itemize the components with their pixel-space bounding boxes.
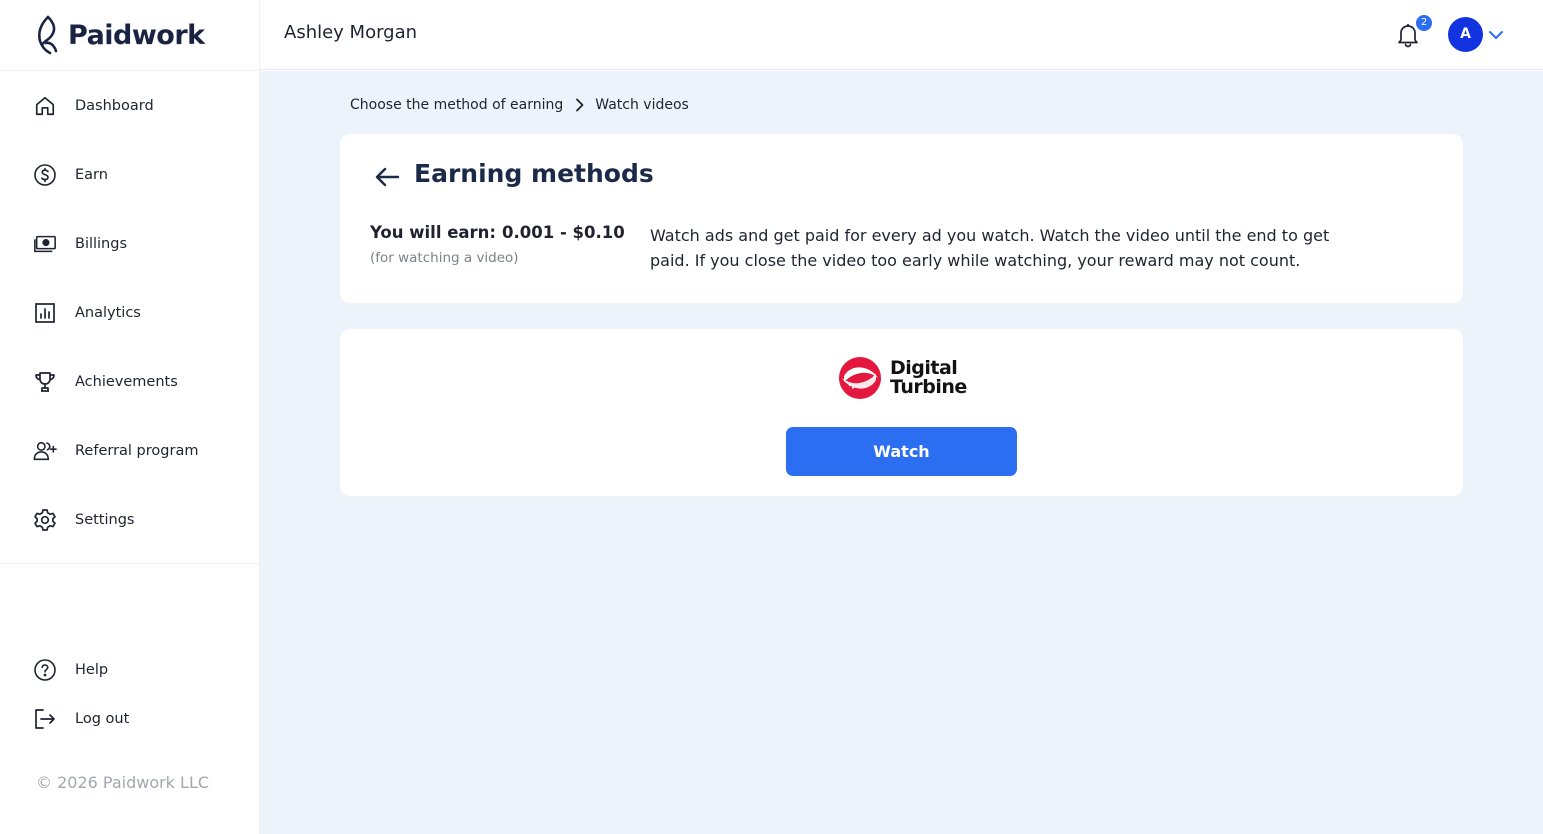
add-user-icon [33, 439, 57, 463]
cash-icon [33, 232, 57, 256]
sidebar-item-label: Billings [75, 235, 128, 252]
sidebar-item-earn[interactable]: Earn [0, 140, 260, 209]
main-content: Choose the method of earning Watch video… [260, 71, 1543, 834]
trophy-icon [33, 370, 57, 394]
sidebar-item-label: Analytics [75, 304, 141, 321]
sidebar-item-label: Settings [75, 511, 135, 528]
sidebar-item-settings[interactable]: Settings [0, 485, 260, 554]
watch-button[interactable]: Watch [786, 427, 1017, 476]
earning-methods-card: Earning methods You will earn: 0.001 - $0… [340, 134, 1463, 303]
username: Ashley Morgan [284, 22, 418, 43]
earn-amount-line: You will earn: 0.001 - $0.10 [370, 223, 625, 242]
paidwork-logo[interactable]: Paidwork [34, 14, 205, 56]
breadcrumb-item-method[interactable]: Choose the method of earning [350, 97, 563, 113]
sidebar: Paidwork Dashboard Earn Billings Analyti… [0, 0, 260, 834]
gear-icon [33, 508, 57, 532]
digital-turbine-mark-icon [839, 357, 881, 399]
chevron-right-icon [575, 98, 585, 112]
sidebar-item-label: Help [75, 661, 109, 678]
earn-label: You will earn: [370, 223, 497, 242]
avatar[interactable]: A [1448, 17, 1483, 52]
provider-card: Digital Turbine Watch [340, 329, 1463, 496]
breadcrumb: Choose the method of earning Watch video… [350, 97, 689, 113]
sidebar-item-billings[interactable]: Billings [0, 209, 260, 278]
sidebar-item-label: Earn [75, 166, 108, 183]
paidwork-leaf-icon [37, 15, 58, 55]
sidebar-item-logout[interactable]: Log out [0, 694, 260, 743]
sidebar-item-analytics[interactable]: Analytics [0, 278, 260, 347]
divider [0, 563, 260, 564]
sidebar-item-label: Log out [75, 710, 130, 727]
sidebar-item-achievements[interactable]: Achievements [0, 347, 260, 416]
bar-chart-icon [33, 301, 57, 325]
sidebar-item-dashboard[interactable]: Dashboard [0, 71, 260, 140]
sidebar-item-referral[interactable]: Referral program [0, 416, 260, 485]
page-title: Earning methods [414, 159, 654, 188]
brand-name: Paidwork [68, 19, 205, 51]
sidebar-nav: Dashboard Earn Billings Analytics Achiev… [0, 71, 260, 554]
digital-turbine-logo: Digital Turbine [838, 356, 967, 400]
chevron-down-icon[interactable] [1488, 27, 1504, 43]
dollar-circle-icon [33, 163, 57, 187]
earn-subtitle: (for watching a video) [370, 250, 519, 266]
copyright: © 2026 Paidwork LLC [36, 773, 210, 792]
back-arrow-icon[interactable] [372, 162, 402, 192]
help-icon [33, 658, 57, 682]
sidebar-item-label: Referral program [75, 442, 199, 459]
earn-amount: 0.001 - $0.10 [502, 223, 625, 242]
sidebar-item-label: Achievements [75, 373, 178, 390]
provider-name-line2: Turbine [890, 376, 967, 398]
home-icon [33, 94, 57, 118]
top-header: Ashley Morgan 2 A [260, 0, 1543, 70]
sidebar-item-help[interactable]: Help [0, 645, 260, 694]
breadcrumb-item-watch-videos[interactable]: Watch videos [595, 97, 689, 113]
method-description: Watch ads and get paid for every ad you … [650, 226, 1330, 270]
logout-icon [33, 707, 57, 731]
sidebar-item-label: Dashboard [75, 97, 154, 114]
sidebar-bottom-nav: Help Log out [0, 645, 260, 743]
notification-count-badge: 2 [1416, 15, 1432, 31]
provider-name: Digital Turbine [890, 359, 967, 397]
